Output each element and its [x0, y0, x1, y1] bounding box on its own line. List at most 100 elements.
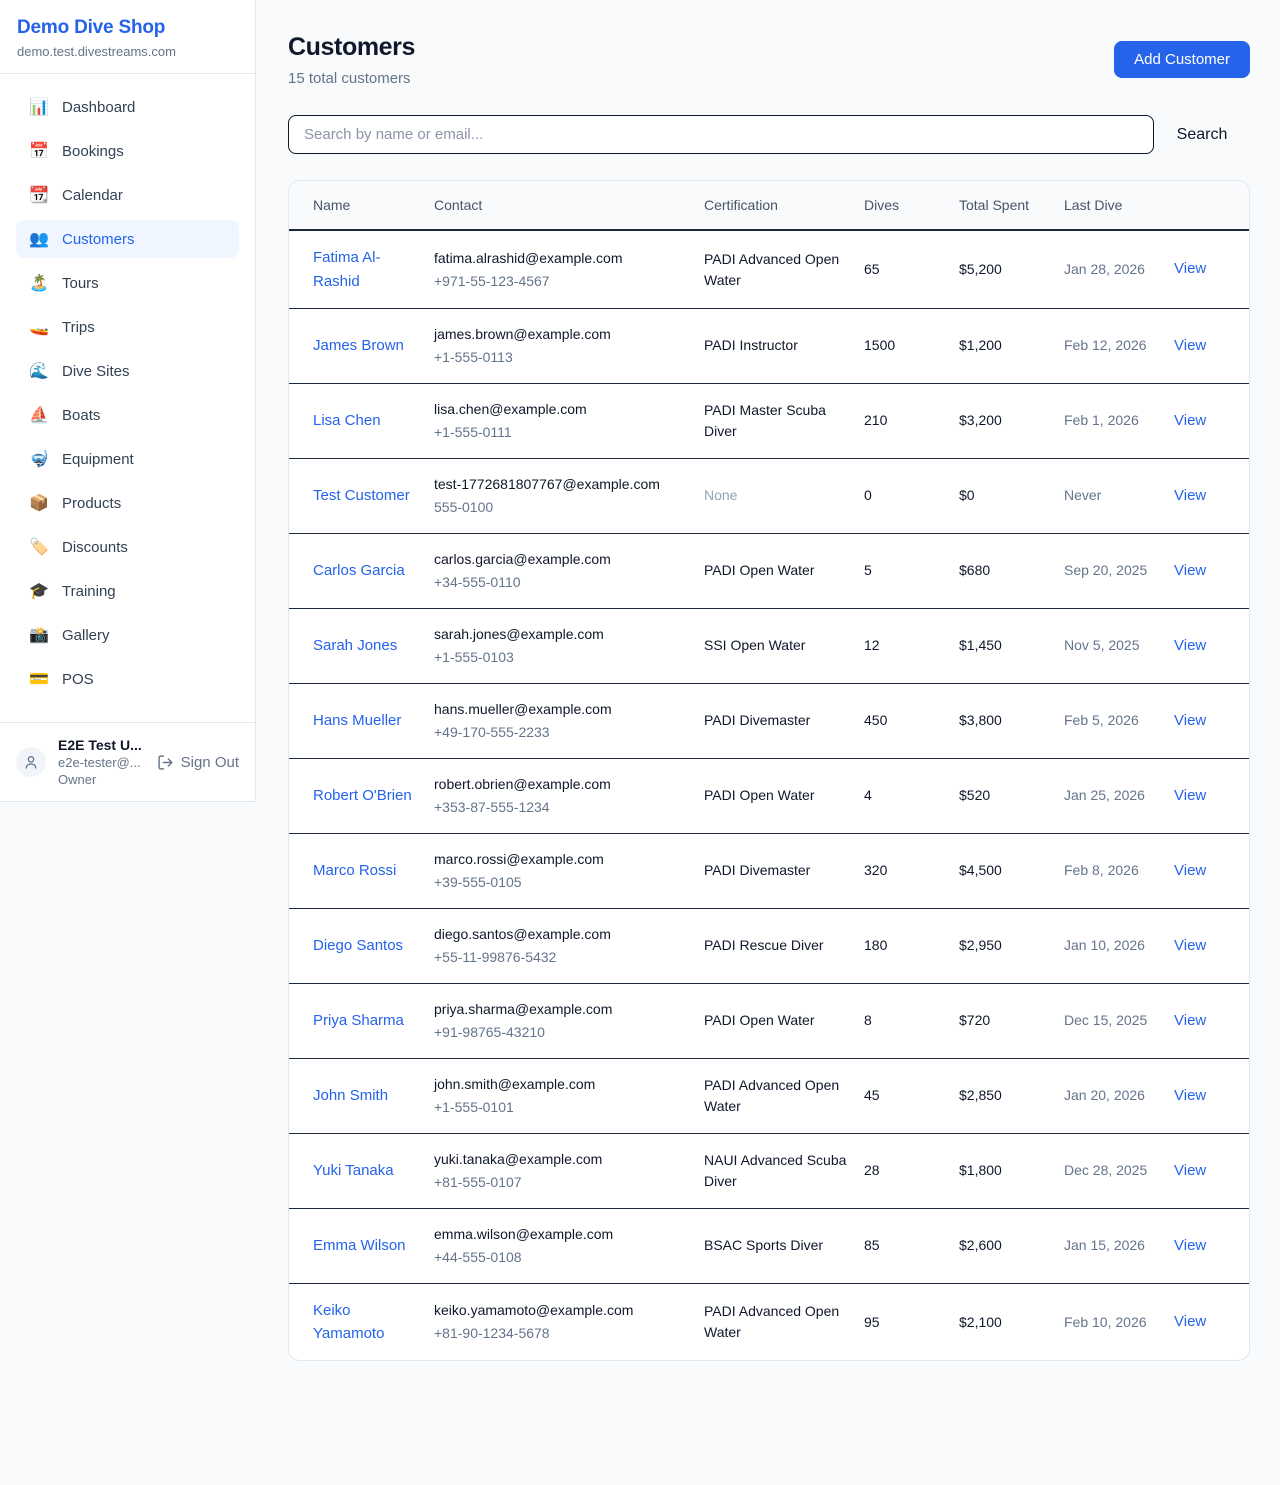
- customer-total-spent: $1,800: [959, 1145, 1064, 1196]
- search-button[interactable]: Search: [1154, 126, 1250, 144]
- search-input[interactable]: [288, 115, 1154, 154]
- table-row: Diego Santosdiego.santos@example.com+55-…: [289, 909, 1249, 984]
- customer-name-link[interactable]: Lisa Chen: [313, 409, 381, 432]
- view-link[interactable]: View: [1174, 337, 1206, 354]
- customer-name-link[interactable]: Sarah Jones: [313, 634, 397, 657]
- view-link[interactable]: View: [1174, 862, 1206, 879]
- customer-actions-cell: View: [1174, 470, 1250, 523]
- sidebar-item-equipment[interactable]: 🤿Equipment: [16, 440, 239, 478]
- customer-phone: +81-90-1234-5678: [434, 1323, 688, 1344]
- customer-contact-cell: john.smith@example.com+1-555-0101: [434, 1059, 704, 1133]
- add-customer-button[interactable]: Add Customer: [1114, 41, 1250, 78]
- customer-certification: PADI Divemaster: [704, 695, 864, 746]
- table-row: Robert O'Brienrobert.obrien@example.com+…: [289, 759, 1249, 834]
- sidebar-item-products[interactable]: 📦Products: [16, 484, 239, 522]
- customer-phone: +44-555-0108: [434, 1247, 688, 1268]
- sidebar-item-training[interactable]: 🎓 Training: [16, 572, 239, 610]
- sidebar-item-label: Products: [62, 495, 121, 512]
- column-header-certification: Certification: [704, 181, 864, 229]
- avatar: [16, 747, 46, 777]
- sidebar-item-pos[interactable]: 💳POS: [16, 660, 239, 698]
- sidebar-item-label: Gallery: [62, 627, 110, 644]
- customer-name-link[interactable]: Fatima Al-Rashid: [313, 246, 418, 293]
- sidebar-item-boats[interactable]: ⛵Boats: [16, 396, 239, 434]
- customer-certification: PADI Open Water: [704, 545, 864, 596]
- sidebar-item-customers[interactable]: 👥Customers: [16, 220, 239, 258]
- customer-name-cell: Carlos Garcia: [289, 544, 434, 597]
- view-link[interactable]: View: [1174, 787, 1206, 804]
- customer-dives: 450: [864, 695, 959, 746]
- people-icon: 👥: [29, 229, 49, 249]
- customer-last-dive: Feb 1, 2026: [1064, 395, 1174, 446]
- user-email: e2e-tester@...: [58, 755, 145, 770]
- customer-name-cell: Hans Mueller: [289, 694, 434, 747]
- customer-name-cell: Sarah Jones: [289, 619, 434, 672]
- graduation-cap-icon: 🎓: [29, 581, 49, 601]
- user-name: E2E Test U...: [58, 737, 145, 753]
- sidebar-item-trips[interactable]: 🚤Trips: [16, 308, 239, 346]
- customer-name-link[interactable]: John Smith: [313, 1084, 388, 1107]
- sidebar-item-label: Training: [62, 583, 116, 600]
- sidebar-item-gallery[interactable]: 📸Gallery: [16, 616, 239, 654]
- customer-name-link[interactable]: Keiko Yamamoto: [313, 1299, 418, 1346]
- customer-last-dive: Jan 10, 2026: [1064, 920, 1174, 971]
- view-link[interactable]: View: [1174, 1087, 1206, 1104]
- table-row: Yuki Tanakayuki.tanaka@example.com+81-55…: [289, 1134, 1249, 1209]
- customer-actions-cell: View: [1174, 1145, 1250, 1198]
- view-link[interactable]: View: [1174, 1162, 1206, 1179]
- customer-name-cell: Diego Santos: [289, 919, 434, 972]
- customer-name-link[interactable]: Marco Rossi: [313, 859, 396, 882]
- customer-dives: 1500: [864, 320, 959, 371]
- sidebar-nav: 📊Dashboard 📅Bookings 📆Calendar 👥Customers 🏝️…: [0, 74, 255, 722]
- customer-actions-cell: View: [1174, 320, 1250, 373]
- sidebar-item-dashboard[interactable]: 📊Dashboard: [16, 88, 239, 126]
- customer-name-link[interactable]: Test Customer: [313, 484, 410, 507]
- sidebar-item-discounts[interactable]: 🏷️Discounts: [16, 528, 239, 566]
- view-link[interactable]: View: [1174, 260, 1206, 277]
- sidebar-item-tours[interactable]: 🏝️Tours: [16, 264, 239, 302]
- customer-name-link[interactable]: James Brown: [313, 334, 404, 357]
- sidebar-item-dive-sites[interactable]: 🌊Dive Sites: [16, 352, 239, 390]
- customer-name-link[interactable]: Carlos Garcia: [313, 559, 405, 582]
- view-link[interactable]: View: [1174, 1012, 1206, 1029]
- customer-email: marco.rossi@example.com: [434, 849, 688, 870]
- customer-name-link[interactable]: Emma Wilson: [313, 1234, 406, 1257]
- column-header-contact: Contact: [434, 181, 704, 229]
- sidebar-item-bookings[interactable]: 📅Bookings: [16, 132, 239, 170]
- view-link[interactable]: View: [1174, 637, 1206, 654]
- view-link[interactable]: View: [1174, 712, 1206, 729]
- customer-total-spent: $680: [959, 545, 1064, 596]
- sign-out-button[interactable]: Sign Out: [157, 754, 239, 771]
- sidebar-item-label: Dive Sites: [62, 363, 130, 380]
- customer-name-link[interactable]: Robert O'Brien: [313, 784, 412, 807]
- customer-actions-cell: View: [1174, 770, 1250, 823]
- customer-last-dive: Dec 15, 2025: [1064, 995, 1174, 1046]
- customer-name-link[interactable]: Priya Sharma: [313, 1009, 404, 1032]
- customer-dives: 210: [864, 395, 959, 446]
- customer-certification: PADI Open Water: [704, 995, 864, 1046]
- customer-contact-cell: keiko.yamamoto@example.com+81-90-1234-56…: [434, 1285, 704, 1359]
- table-row: James Brownjames.brown@example.com+1-555…: [289, 309, 1249, 384]
- view-link[interactable]: View: [1174, 1237, 1206, 1254]
- customer-phone: 555-0100: [434, 497, 688, 518]
- customers-table: NameContactCertificationDivesTotal Spent…: [288, 180, 1250, 1361]
- view-link[interactable]: View: [1174, 487, 1206, 504]
- customer-name-link[interactable]: Diego Santos: [313, 934, 403, 957]
- brand-domain: demo.test.divestreams.com: [17, 44, 238, 59]
- column-header-name: Name: [289, 181, 434, 229]
- sign-out-label: Sign Out: [181, 754, 239, 771]
- view-link[interactable]: View: [1174, 937, 1206, 954]
- customer-phone: +1-555-0113: [434, 347, 688, 368]
- view-link[interactable]: View: [1174, 412, 1206, 429]
- sidebar-item-label: POS: [62, 671, 94, 688]
- customer-email: test-1772681807767@example.com: [434, 474, 688, 495]
- customer-name-cell: Robert O'Brien: [289, 769, 434, 822]
- customer-total-spent: $2,950: [959, 920, 1064, 971]
- customer-name-link[interactable]: Yuki Tanaka: [313, 1159, 394, 1182]
- sidebar-item-calendar[interactable]: 📆Calendar: [16, 176, 239, 214]
- view-link[interactable]: View: [1174, 562, 1206, 579]
- view-link[interactable]: View: [1174, 1313, 1206, 1330]
- customer-last-dive: Jan 25, 2026: [1064, 770, 1174, 821]
- customer-name-link[interactable]: Hans Mueller: [313, 709, 401, 732]
- customer-total-spent: $5,200: [959, 244, 1064, 295]
